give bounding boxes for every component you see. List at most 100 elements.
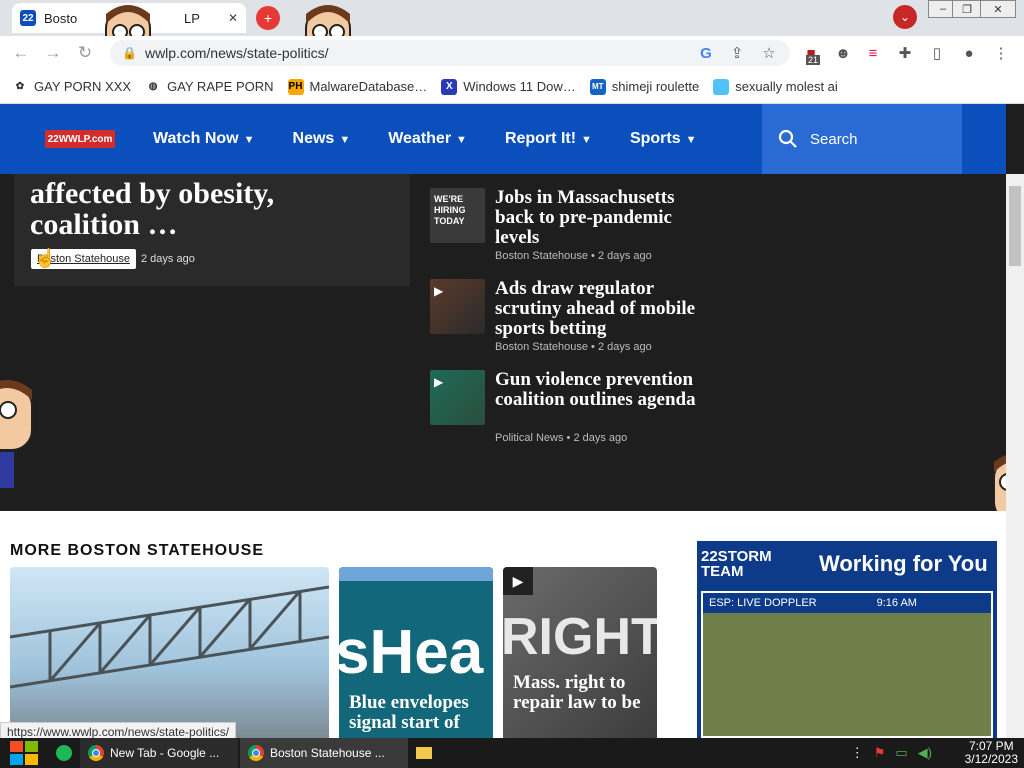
system-clock[interactable]: 7:07 PM 3/12/2023	[965, 740, 1018, 766]
caret-down-icon: ▼	[339, 134, 351, 146]
section-heading: MORE BOSTON STATEHOUSE	[10, 542, 265, 559]
chrome-icon	[248, 745, 264, 761]
address-url: wwlp.com/news/state-politics/	[144, 45, 329, 61]
hand-cursor-icon: ☝	[34, 248, 57, 268]
story-meta: Political News • 2 days ago	[495, 432, 628, 444]
bookmark-item[interactable]: ◍ GAY RAPE PORN	[145, 79, 274, 95]
chrome-icon	[88, 745, 104, 761]
story-meta: Boston Statehouse • 2 days ago	[495, 250, 652, 262]
restore-button[interactable]: ❐	[952, 0, 982, 18]
card-title: Blue envelopes signal start of	[349, 692, 469, 733]
tab-title-rest: LP	[184, 10, 200, 26]
extensions-puzzle-icon[interactable]: ✚	[894, 42, 916, 64]
bookmark-star-icon[interactable]: ☆	[758, 42, 780, 64]
search-placeholder: Search	[810, 130, 858, 148]
site-search[interactable]: Search	[762, 104, 962, 174]
nav-sports[interactable]: Sports ▼	[630, 130, 697, 148]
tab-close-icon[interactable]: ✕	[228, 11, 238, 25]
card-image-text: RIGHT	[503, 608, 657, 666]
start-button[interactable]	[0, 738, 48, 768]
taskbar-item-boston-statehouse[interactable]: Boston Statehouse ...	[240, 738, 408, 768]
story-item[interactable]: ▶ Ads draw regulator scrutiny ahead of m…	[430, 279, 710, 359]
story-item[interactable]: ▶ Gun violence prevention coalition outl…	[430, 370, 710, 450]
site-favicon-icon: 22	[20, 10, 36, 26]
story-thumbnail: ▶	[430, 279, 485, 334]
flag-tray-icon[interactable]: ⚑	[874, 745, 886, 761]
story-title: Ads draw regulator scrutiny ahead of mob…	[495, 278, 696, 339]
volume-tray-icon[interactable]: ◀)	[918, 745, 932, 761]
windows-logo-icon	[10, 741, 38, 765]
caret-down-icon: ▼	[456, 134, 467, 146]
file-explorer-taskbar-icon[interactable]	[408, 738, 440, 768]
app-icon	[713, 78, 730, 95]
back-arrow-icon[interactable]: ←	[10, 42, 32, 64]
ad-brand: 22STORM TEAM	[701, 548, 772, 580]
spotify-icon	[56, 745, 72, 761]
overflow-dots-icon[interactable]: ⋮	[851, 745, 864, 761]
scrollbar-thumb[interactable]	[1009, 186, 1021, 266]
extension-face-icon[interactable]: ☻	[832, 42, 854, 64]
extension-badge: 21	[806, 55, 821, 65]
story-item[interactable]: WE'RE HIRING TODAY Jobs in Massachusetts…	[430, 188, 710, 268]
nav-report-it[interactable]: Report It! ▼	[505, 130, 592, 148]
bookmarks-bar: ✿ GAY PORN XXX ◍ GAY RAPE PORN PH MalwareDa…	[0, 70, 1024, 104]
nav-news[interactable]: News ▼	[293, 130, 351, 148]
taskbar: New Tab - Google ... Boston Statehouse .…	[0, 738, 1024, 768]
play-icon: ▶	[434, 284, 444, 298]
caret-down-icon: ▼	[581, 134, 592, 146]
share-icon[interactable]: ⇪	[726, 42, 748, 64]
mascot-character-icon[interactable]	[0, 380, 42, 490]
taskbar-item-new-tab[interactable]: New Tab - Google ...	[80, 738, 238, 768]
address-bar[interactable]: 🔒 wwlp.com/news/state-politics/	[110, 40, 790, 66]
nav-watch-now[interactable]: Watch Now ▼	[153, 130, 255, 148]
extension-flag-icon[interactable]: ≡	[862, 42, 884, 64]
ph-icon: PH	[287, 78, 304, 95]
card-image-text: sHea	[339, 618, 484, 687]
doppler-map: ESP: LIVE DOPPLER 9:16 AM	[701, 591, 993, 738]
bookmark-item[interactable]: X Windows 11 Dow…	[441, 78, 576, 95]
story-title: Jobs in Massachusetts back to pre-pandem…	[495, 187, 675, 248]
search-icon	[778, 129, 797, 148]
bridge-image	[10, 585, 329, 689]
close-window-button[interactable]: ✕	[980, 0, 1016, 18]
card-image-top	[339, 567, 493, 581]
play-icon: ▶	[503, 567, 533, 595]
paw-icon: ✿	[15, 81, 25, 92]
site-logo[interactable]: 22WWLP.com	[45, 130, 115, 148]
story-card[interactable]: sHea Blue envelopes signal start of	[339, 567, 493, 738]
network-tray-icon[interactable]: ▭	[895, 745, 907, 761]
caret-down-icon: ▼	[685, 134, 697, 146]
bookmark-item[interactable]: sexually molest ai	[713, 78, 838, 95]
tab-label: Bosto	[44, 10, 78, 26]
lock-icon: 🔒	[122, 46, 137, 60]
bookmark-item[interactable]: ✿ GAY PORN XXX	[12, 79, 131, 95]
story-meta: Boston Statehouse • 2 days ago	[495, 341, 652, 353]
nav-weather[interactable]: Weather ▼	[388, 130, 467, 148]
story-thumbnail: ▶	[430, 370, 485, 425]
spotify-taskbar-icon[interactable]	[48, 738, 80, 768]
story-card[interactable]	[10, 567, 329, 738]
story-thumbnail: WE'RE HIRING TODAY	[430, 188, 485, 243]
google-icon[interactable]: G	[695, 42, 717, 64]
hero-title[interactable]: affected by obesity, coalition …	[30, 178, 390, 240]
reload-icon[interactable]: ↻	[74, 42, 96, 64]
folder-icon	[416, 747, 432, 759]
play-icon: ▶	[434, 375, 444, 389]
hero-timestamp: 2 days ago	[141, 253, 195, 265]
globe-icon: ◍	[148, 81, 158, 92]
storm-team-ad[interactable]: 22STORM TEAM Working for You ESP: LIVE D…	[697, 541, 997, 738]
profile-avatar-icon[interactable]: ●	[958, 42, 980, 64]
story-card[interactable]: ▶ RIGHT Mass. right to repair law to be	[503, 567, 657, 738]
new-tab-icon[interactable]: +	[256, 6, 280, 30]
forward-arrow-icon[interactable]: →	[42, 42, 64, 64]
menu-dots-icon[interactable]: ⋮	[990, 42, 1012, 64]
caret-down-icon: ▼	[243, 134, 255, 146]
mt-icon: MT	[589, 78, 606, 95]
x-icon: X	[441, 78, 458, 95]
tab-search-chevron-icon[interactable]: ⌄	[893, 5, 917, 29]
story-title: Gun violence prevention coalition outlin…	[495, 369, 696, 410]
side-panel-icon[interactable]: ▯	[926, 42, 948, 64]
card-title: Mass. right to repair law to be	[513, 672, 641, 713]
bookmark-item[interactable]: MT shimeji roulette	[589, 78, 699, 95]
bookmark-item[interactable]: PH MalwareDatabase…	[287, 78, 427, 95]
